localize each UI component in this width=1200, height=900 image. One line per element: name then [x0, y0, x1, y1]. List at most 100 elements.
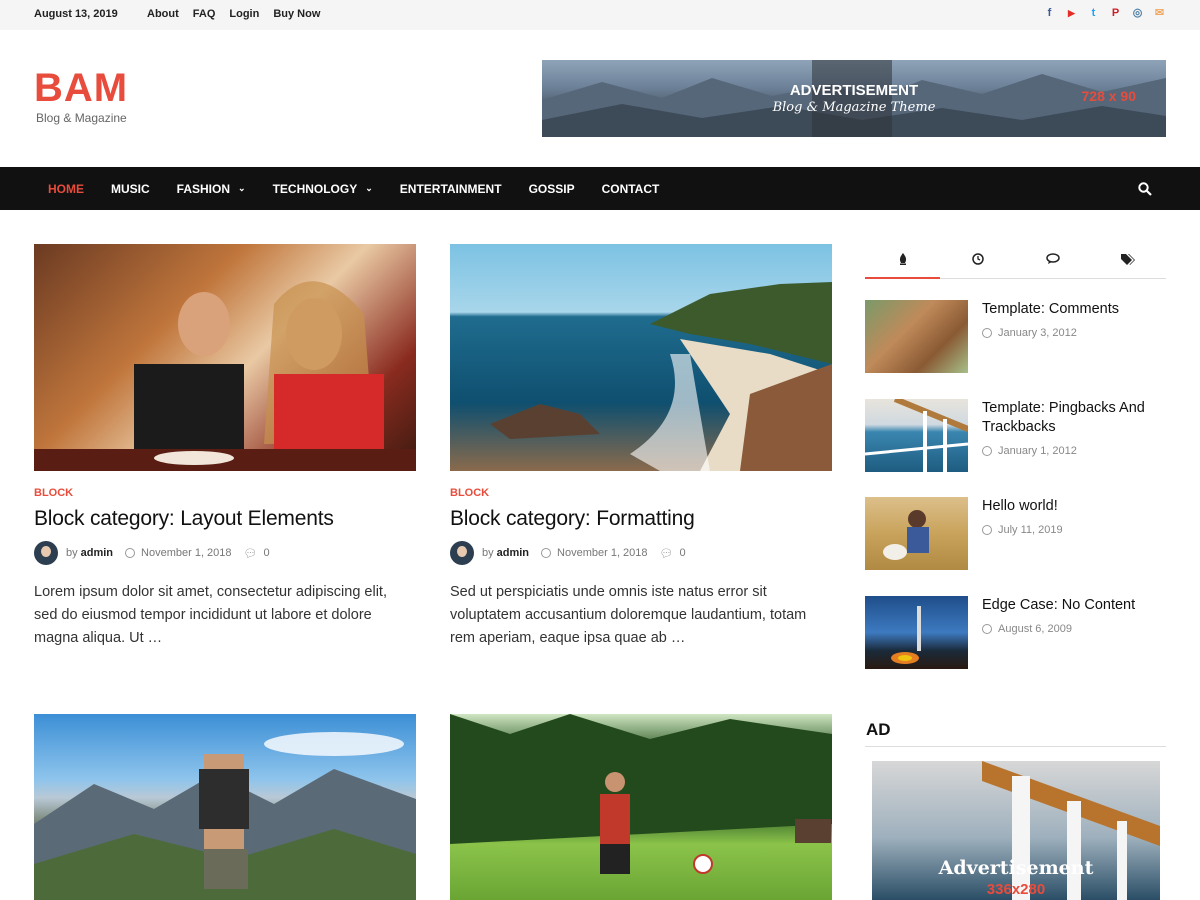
post-title[interactable]: Block category: Layout Elements	[34, 507, 334, 531]
rocket-launch-illustration	[891, 606, 921, 664]
comment-icon: 💬︎	[243, 547, 258, 560]
sidebar-date-text[interactable]: January 1, 2012	[998, 445, 1077, 457]
site-tagline: Blog & Magazine	[36, 111, 127, 125]
facebook-icon[interactable]: f	[1043, 7, 1056, 20]
sidebar-post-date: July 11, 2019	[982, 524, 1063, 536]
sidebar-post-date: August 6, 2009	[982, 623, 1072, 635]
coast-illustration	[490, 282, 832, 471]
ad-heading-divider	[865, 746, 1166, 747]
site-logo[interactable]: BAM	[34, 66, 128, 111]
sidebar-post-item: Hello world! July 11, 2019	[865, 497, 1166, 570]
chevron-down-icon: ⌄	[238, 183, 246, 193]
sidebar-advertisement[interactable]: Advertisement 336x280	[872, 761, 1160, 900]
tags-icon[interactable]	[1090, 253, 1165, 279]
nav-menu: HOME MUSIC FASHION ⌄ TECHNOLOGY ⌄ ENTERTAI…	[48, 167, 686, 210]
top-link-about[interactable]: About	[147, 8, 179, 20]
sidebar-thumbnail[interactable]	[865, 300, 968, 373]
post-date[interactable]: November 1, 2018	[141, 547, 232, 559]
mountains-illustration	[34, 732, 416, 900]
post-card	[34, 714, 416, 900]
sidebar-thumbnail[interactable]	[865, 596, 968, 669]
top-link-login[interactable]: Login	[229, 8, 259, 20]
main-navigation: HOME MUSIC FASHION ⌄ TECHNOLOGY ⌄ ENTERTAI…	[0, 167, 1200, 210]
by-label: by	[482, 547, 494, 559]
post-thumbnail-football[interactable]	[450, 714, 832, 900]
email-icon[interactable]: ✉	[1153, 7, 1166, 20]
chevron-down-icon: ⌄	[365, 183, 373, 193]
nav-item-fashion[interactable]: FASHION ⌄	[177, 182, 246, 196]
banner-subtitle: Blog & Magazine Theme	[772, 100, 936, 115]
post-date[interactable]: November 1, 2018	[557, 547, 648, 559]
ad-railing-illustration	[982, 761, 1160, 900]
post-title[interactable]: Block category: Formatting	[450, 507, 695, 531]
post-card: BLOCK Block category: Layout Elements by…	[34, 244, 416, 664]
post-card	[450, 714, 832, 900]
recent-clock-icon[interactable]	[940, 253, 1015, 279]
clock-icon	[125, 548, 136, 558]
post-category[interactable]: BLOCK	[34, 487, 73, 499]
clock-icon	[982, 624, 992, 634]
sidebar-post-date: January 3, 2012	[982, 327, 1077, 339]
top-link-faq[interactable]: FAQ	[193, 8, 216, 20]
post-meta: by admin November 1, 2018 💬︎ 0	[34, 541, 270, 565]
sidebar-post-title[interactable]: Hello world!	[982, 497, 1162, 516]
social-links: f ▶ t P ◎ ✉	[1043, 7, 1166, 20]
post-author[interactable]: admin	[81, 547, 113, 559]
post-thumbnail-dinner[interactable]	[34, 244, 416, 471]
popular-icon[interactable]	[865, 253, 940, 279]
post-category[interactable]: BLOCK	[450, 487, 489, 499]
sidebar-date-text[interactable]: August 6, 2009	[998, 623, 1072, 635]
post-meta: by admin November 1, 2018 💬︎ 0	[450, 541, 686, 565]
post-thumbnail-coast[interactable]	[450, 244, 832, 471]
comment-count[interactable]: 0	[680, 547, 686, 559]
football-illustration	[450, 714, 832, 874]
nav-item-entertainment[interactable]: ENTERTAINMENT	[400, 182, 502, 196]
clock-icon	[541, 548, 552, 558]
clock-icon	[982, 328, 992, 338]
search-icon[interactable]	[1138, 182, 1152, 196]
post-thumbnail-hiker[interactable]	[34, 714, 416, 900]
top-link-buy-now[interactable]: Buy Now	[273, 8, 320, 20]
sidebar-post-title[interactable]: Template: Pingbacks And Trackbacks	[982, 399, 1162, 437]
youtube-icon[interactable]: ▶	[1065, 7, 1078, 20]
top-links: About FAQ Login Buy Now	[147, 8, 334, 20]
clock-icon	[982, 525, 992, 535]
sidebar-post-title[interactable]: Edge Case: No Content	[982, 596, 1162, 615]
nav-item-music[interactable]: MUSIC	[111, 182, 150, 196]
header-advertisement-banner[interactable]: ADVERTISEMENT Blog & Magazine Theme 728 …	[542, 60, 1166, 137]
twitter-icon[interactable]: t	[1087, 7, 1100, 20]
banner-title: ADVERTISEMENT	[789, 82, 919, 99]
nav-item-home[interactable]: HOME	[48, 182, 84, 196]
sidebar-tabs	[865, 245, 1166, 279]
post-excerpt: Sed ut perspiciatis unde omnis iste natu…	[450, 584, 807, 646]
ad-widget-heading: AD	[866, 720, 891, 739]
top-bar: August 13, 2019 About FAQ Login Buy Now …	[0, 0, 1200, 30]
post-card: BLOCK Block category: Formatting by admi…	[450, 244, 832, 664]
sidebar-thumbnail[interactable]	[865, 399, 968, 472]
sidebar-post-date: January 1, 2012	[982, 445, 1077, 457]
ad-size: 336x280	[986, 881, 1046, 898]
by-label: by	[66, 547, 78, 559]
pinterest-icon[interactable]: P	[1109, 7, 1122, 20]
sidebar-thumbnail[interactable]	[865, 497, 968, 570]
post-author[interactable]: admin	[497, 547, 529, 559]
sidebar-date-text[interactable]: July 11, 2019	[998, 524, 1063, 536]
avatar[interactable]	[34, 541, 58, 565]
dinner-illustration	[34, 281, 416, 471]
comment-icon: 💬︎	[659, 547, 674, 560]
sidebar-date-text[interactable]: January 3, 2012	[998, 327, 1077, 339]
avatar[interactable]	[450, 541, 474, 565]
nav-item-technology[interactable]: TECHNOLOGY ⌄	[273, 182, 373, 196]
sidebar-post-title[interactable]: Template: Comments	[982, 300, 1162, 319]
nav-item-gossip[interactable]: GOSSIP	[529, 182, 575, 196]
instagram-icon[interactable]: ◎	[1131, 7, 1144, 20]
comments-icon[interactable]	[1015, 253, 1090, 279]
sidebar-post-item: Template: Comments January 3, 2012	[865, 300, 1166, 373]
railing-illustration	[865, 399, 968, 472]
comment-count[interactable]: 0	[264, 547, 270, 559]
current-date: August 13, 2019	[34, 8, 118, 20]
post-excerpt: Lorem ipsum dolor sit amet, consectetur …	[34, 584, 387, 646]
nav-item-contact[interactable]: CONTACT	[602, 182, 660, 196]
girl-dog-illustration	[883, 510, 929, 560]
banner-size: 728 x 90	[1081, 88, 1137, 104]
